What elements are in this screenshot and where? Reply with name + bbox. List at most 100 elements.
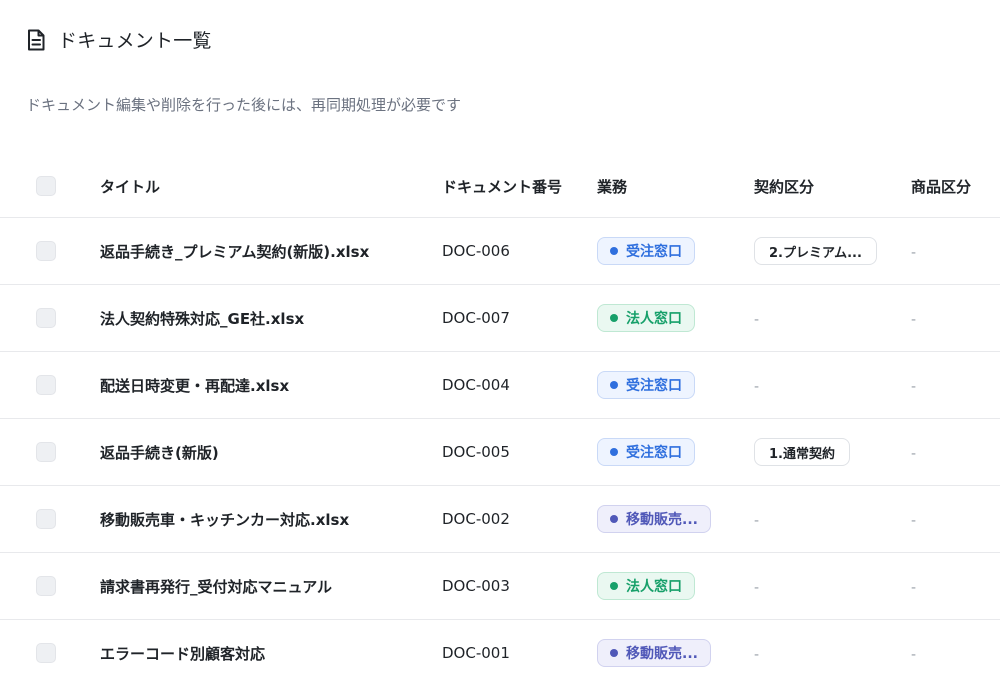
product-cell: -: [911, 486, 1000, 553]
document-number: DOC-001: [442, 644, 510, 662]
business-badge: 受注窓口: [597, 438, 695, 466]
document-number: DOC-004: [442, 376, 510, 394]
document-number: DOC-003: [442, 577, 510, 595]
business-badge: 移動販売...: [597, 639, 711, 667]
row-select-cell: [0, 218, 100, 285]
status-dot-icon: [610, 247, 618, 255]
document-number: DOC-005: [442, 443, 510, 461]
product-value: -: [911, 512, 917, 529]
business-cell: 受注窓口: [597, 352, 754, 419]
table-row[interactable]: 配送日時変更・再配達.xlsx DOC-004 受注窓口 - -: [0, 351, 1000, 419]
row-checkbox[interactable]: [36, 308, 56, 329]
document-title[interactable]: エラーコード別顧客対応: [100, 620, 442, 687]
table-row[interactable]: 返品手続き_プレミアム契約(新版).xlsx DOC-006 受注窓口 2.プレミアム…: [0, 217, 1000, 285]
page-header: ドキュメント一覧: [26, 26, 212, 53]
business-badge-label: 受注窓口: [626, 244, 682, 260]
status-dot-icon: [610, 582, 618, 590]
contract-empty: -: [754, 378, 760, 395]
table-row[interactable]: エラーコード別顧客対応 DOC-001 移動販売... - -: [0, 619, 1000, 687]
column-header-product[interactable]: 商品区分: [911, 155, 1000, 218]
resync-notice: ドキュメント編集や削除を行った後には、再同期処理が必要です: [26, 96, 462, 114]
row-select-cell: [0, 352, 100, 419]
row-checkbox[interactable]: [36, 241, 56, 262]
row-checkbox[interactable]: [36, 643, 56, 664]
contract-cell: 2.プレミアム...: [754, 218, 911, 285]
table-row[interactable]: 移動販売車・キッチンカー対応.xlsx DOC-002 移動販売... - -: [0, 485, 1000, 553]
document-title[interactable]: 返品手続き_プレミアム契約(新版).xlsx: [100, 218, 442, 285]
status-dot-icon: [610, 314, 618, 322]
column-header-contract[interactable]: 契約区分: [754, 155, 911, 218]
business-cell: 受注窓口: [597, 419, 754, 486]
document-icon: [26, 29, 46, 51]
contract-badge: 1.通常契約: [754, 438, 850, 466]
document-number: DOC-007: [442, 309, 510, 327]
business-cell: 移動販売...: [597, 486, 754, 553]
table-row[interactable]: 請求書再発行_受付対応マニュアル DOC-003 法人窓口 - -: [0, 552, 1000, 620]
column-header-title[interactable]: タイトル: [100, 155, 442, 218]
select-all-checkbox[interactable]: [36, 176, 56, 196]
select-all-cell: [0, 155, 100, 218]
table-row[interactable]: 法人契約特殊対応_GE社.xlsx DOC-007 法人窓口 - -: [0, 284, 1000, 352]
row-checkbox[interactable]: [36, 442, 56, 463]
business-badge: 移動販売...: [597, 505, 711, 533]
table-header-row: タイトル ドキュメント番号 業務 契約区分 商品区分: [0, 155, 1000, 218]
document-title[interactable]: 移動販売車・キッチンカー対応.xlsx: [100, 486, 442, 553]
contract-empty: -: [754, 646, 760, 663]
row-select-cell: [0, 486, 100, 553]
table-row[interactable]: 返品手続き(新版) DOC-005 受注窓口 1.通常契約 -: [0, 418, 1000, 486]
product-value: -: [911, 244, 917, 261]
business-cell: 法人窓口: [597, 285, 754, 352]
document-table: タイトル ドキュメント番号 業務 契約区分 商品区分 返品手続き_プレミアム契約…: [0, 155, 1000, 686]
product-value: -: [911, 579, 917, 596]
product-cell: -: [911, 285, 1000, 352]
document-title[interactable]: 配送日時変更・再配達.xlsx: [100, 352, 442, 419]
document-title[interactable]: 返品手続き(新版): [100, 419, 442, 486]
row-checkbox[interactable]: [36, 576, 56, 597]
contract-empty: -: [754, 311, 760, 328]
business-badge: 法人窓口: [597, 304, 695, 332]
product-cell: -: [911, 352, 1000, 419]
contract-cell: -: [754, 352, 911, 419]
product-value: -: [911, 445, 917, 462]
business-cell: 受注窓口: [597, 218, 754, 285]
business-badge-label: 法人窓口: [626, 311, 682, 327]
business-badge: 受注窓口: [597, 371, 695, 399]
contract-cell: -: [754, 553, 911, 620]
row-checkbox[interactable]: [36, 375, 56, 396]
contract-cell: -: [754, 486, 911, 553]
contract-cell: -: [754, 620, 911, 687]
contract-badge: 2.プレミアム...: [754, 237, 877, 265]
business-badge: 受注窓口: [597, 237, 695, 265]
row-checkbox[interactable]: [36, 509, 56, 530]
document-title[interactable]: 請求書再発行_受付対応マニュアル: [100, 553, 442, 620]
status-dot-icon: [610, 649, 618, 657]
product-cell: -: [911, 553, 1000, 620]
row-select-cell: [0, 285, 100, 352]
table-body: 返品手続き_プレミアム契約(新版).xlsx DOC-006 受注窓口 2.プレミアム…: [0, 217, 1000, 687]
business-cell: 移動販売...: [597, 620, 754, 687]
column-header-doc-number[interactable]: ドキュメント番号: [442, 155, 597, 218]
business-badge-label: 法人窓口: [626, 579, 682, 595]
column-header-business[interactable]: 業務: [597, 155, 754, 218]
document-title[interactable]: 法人契約特殊対応_GE社.xlsx: [100, 285, 442, 352]
document-list-page: ドキュメント一覧 ドキュメント編集や削除を行った後には、再同期処理が必要です タ…: [0, 0, 1000, 700]
contract-cell: 1.通常契約: [754, 419, 911, 486]
status-dot-icon: [610, 381, 618, 389]
contract-empty: -: [754, 579, 760, 596]
business-badge-label: 移動販売...: [626, 646, 698, 662]
product-cell: -: [911, 419, 1000, 486]
document-number: DOC-006: [442, 242, 510, 260]
business-badge-label: 受注窓口: [626, 445, 682, 461]
product-value: -: [911, 646, 917, 663]
page-title: ドキュメント一覧: [58, 30, 212, 52]
status-dot-icon: [610, 515, 618, 523]
row-select-cell: [0, 419, 100, 486]
product-value: -: [911, 311, 917, 328]
document-number: DOC-002: [442, 510, 510, 528]
product-value: -: [911, 378, 917, 395]
business-badge-label: 移動販売...: [626, 512, 698, 528]
business-badge-label: 受注窓口: [626, 378, 682, 394]
status-dot-icon: [610, 448, 618, 456]
business-cell: 法人窓口: [597, 553, 754, 620]
business-badge: 法人窓口: [597, 572, 695, 600]
